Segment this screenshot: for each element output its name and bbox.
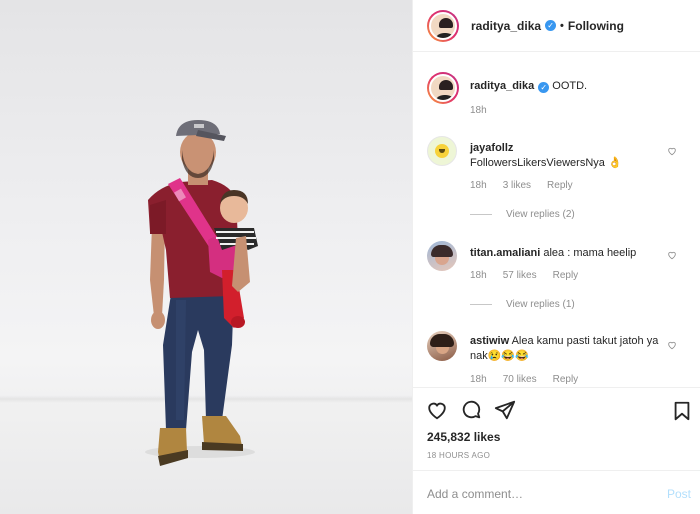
comment-like-heart-icon[interactable] [667, 146, 677, 156]
caption-age: 18h [470, 105, 487, 116]
comment-avatar[interactable] [427, 331, 457, 361]
caption-text: OOTD. [552, 80, 588, 92]
caption-author-avatar[interactable] [427, 72, 459, 104]
comment-reply-button[interactable]: Reply [553, 374, 579, 385]
comment-text: FollowersLikersViewersNya 👌 [470, 157, 622, 169]
comment-avatar[interactable] [427, 136, 457, 166]
author-avatar[interactable] [427, 9, 459, 42]
view-replies-label: View replies (2) [506, 209, 575, 220]
comments-list[interactable]: raditya_dika ✓ OOTD. 18h jayafollz Follow… [413, 53, 700, 386]
comment-username[interactable]: astiwiw [470, 335, 509, 347]
author-username[interactable]: raditya_dika [471, 19, 541, 33]
comment-username[interactable]: jayafollz [470, 142, 513, 154]
post-header: raditya_dika ✓ • Following [413, 0, 700, 52]
instagram-post: raditya_dika ✓ • Following raditya_dika ✓… [0, 0, 700, 514]
comment-like-heart-icon[interactable] [667, 250, 677, 260]
view-replies-button[interactable]: View replies (2) [470, 209, 575, 220]
comment-age: 18h [470, 374, 487, 385]
caption-row: raditya_dika ✓ OOTD. [427, 72, 587, 104]
verified-badge-icon: ✓ [538, 82, 550, 93]
paper-plane-icon[interactable] [494, 399, 516, 421]
like-count[interactable]: 245,832 likes [427, 430, 500, 444]
comment-row: astiwiw Alea kamu pasti takut jatoh ya n… [427, 331, 660, 364]
comment-likes[interactable]: 70 likes [503, 374, 537, 385]
comment-input[interactable]: Add a comment… [427, 487, 523, 501]
comment-row: titan.amaliani alea : mama heelip [427, 241, 636, 271]
comment-likes[interactable]: 3 likes [503, 180, 531, 191]
comment-reply-button[interactable]: Reply [553, 270, 579, 281]
post-actions: 245,832 likes 18 HOURS AGO [413, 387, 700, 460]
comment-text: alea : mama heelip [543, 247, 637, 259]
comment-age: 18h [470, 270, 487, 281]
comment-like-heart-icon[interactable] [667, 340, 677, 350]
comment-meta: 18h 3 likes Reply [470, 180, 573, 191]
comment-row: jayafollz FollowersLikersViewersNya 👌 [427, 136, 622, 171]
comment-meta: 18h 57 likes Reply [470, 270, 578, 281]
view-replies-label: View replies (1) [506, 299, 575, 310]
post-comment-button[interactable]: Post [667, 487, 691, 501]
verified-badge-icon: ✓ [545, 20, 557, 31]
comment-username[interactable]: titan.amaliani [470, 247, 540, 259]
comment-reply-button[interactable]: Reply [547, 180, 573, 191]
man-carrying-baby-illustration [145, 120, 258, 466]
post-photo[interactable] [0, 0, 412, 514]
comment-avatar[interactable] [427, 241, 457, 271]
comment-age: 18h [470, 180, 487, 191]
bookmark-icon[interactable] [671, 400, 693, 422]
post-details-panel: raditya_dika ✓ • Following raditya_dika ✓… [412, 0, 700, 514]
post-timestamp: 18 HOURS AGO [427, 451, 491, 460]
heart-icon[interactable] [426, 399, 448, 421]
view-replies-button[interactable]: View replies (1) [470, 299, 575, 310]
follow-status-button[interactable]: Following [568, 19, 624, 33]
caption-meta: 18h [470, 105, 487, 116]
comment-meta: 18h 70 likes Reply [470, 374, 578, 385]
comment-likes[interactable]: 57 likes [503, 270, 537, 281]
add-comment-bar: Add a comment… Post [413, 470, 700, 514]
comment-icon[interactable] [460, 399, 482, 421]
caption-username[interactable]: raditya_dika [470, 80, 534, 92]
header-separator: • [560, 19, 564, 32]
